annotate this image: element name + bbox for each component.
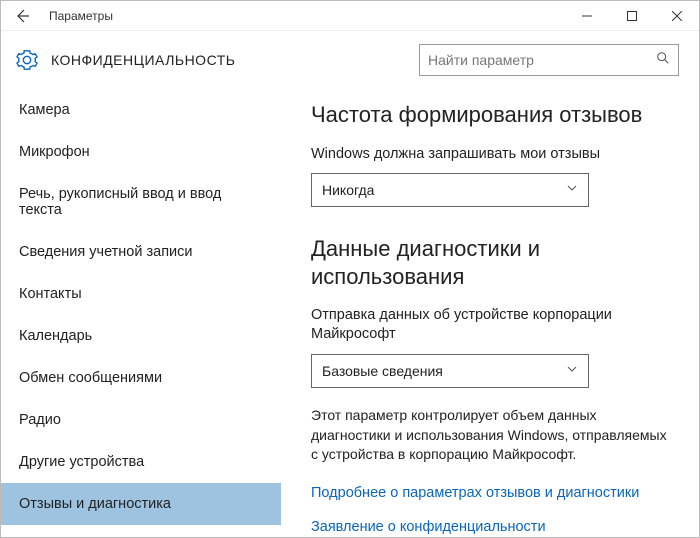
chevron-down-icon	[566, 181, 578, 199]
diagnostics-heading: Данные диагностики и использования	[311, 235, 671, 290]
sidebar-item-feedback-diagnostics[interactable]: Отзывы и диагностика	[1, 483, 281, 525]
header: КОНФИДЕНЦИАЛЬНОСТЬ	[1, 31, 699, 89]
settings-window: Параметры КОНФИДЕНЦИАЛЬНОСТЬ Камера	[0, 0, 700, 538]
back-arrow-icon	[14, 8, 30, 24]
search-box[interactable]	[419, 44, 679, 76]
sidebar-item-messaging[interactable]: Обмен сообщениями	[1, 357, 281, 399]
maximize-button[interactable]	[609, 1, 654, 31]
sidebar-item-camera[interactable]: Камера	[1, 89, 281, 131]
privacy-statement-link[interactable]: Заявление о конфиденциальности	[311, 519, 671, 535]
search-input[interactable]	[428, 52, 656, 68]
diagnostics-select[interactable]: Базовые сведения	[311, 354, 589, 388]
body: Камера Микрофон Речь, рукописный ввод и …	[1, 89, 699, 537]
chevron-down-icon	[566, 362, 578, 380]
sidebar-item-contacts[interactable]: Контакты	[1, 273, 281, 315]
close-icon	[672, 11, 682, 21]
minimize-button[interactable]	[564, 1, 609, 31]
sidebar: Камера Микрофон Речь, рукописный ввод и …	[1, 89, 281, 537]
feedback-frequency-label: Windows должна запрашивать мои отзывы	[311, 145, 671, 164]
diagnostics-label: Отправка данных об устройстве корпорации…	[311, 306, 671, 344]
page-title: КОНФИДЕНЦИАЛЬНОСТЬ	[51, 52, 419, 68]
search-icon	[656, 51, 670, 70]
feedback-frequency-heading: Частота формирования отзывов	[311, 101, 671, 129]
titlebar: Параметры	[1, 1, 699, 31]
back-button[interactable]	[1, 1, 43, 31]
sidebar-item-background-apps[interactable]: Фоновые приложения	[1, 525, 281, 537]
window-title: Параметры	[43, 9, 564, 23]
sidebar-item-calendar[interactable]: Календарь	[1, 315, 281, 357]
content: Частота формирования отзывов Windows дол…	[281, 89, 699, 537]
minimize-icon	[582, 11, 592, 21]
sidebar-item-microphone[interactable]: Микрофон	[1, 131, 281, 173]
close-button[interactable]	[654, 1, 699, 31]
settings-gear-icon	[15, 48, 39, 72]
diagnostics-description: Этот параметр контролирует объем данных …	[311, 406, 671, 465]
sidebar-item-speech-typing[interactable]: Речь, рукописный ввод и ввод текста	[1, 173, 281, 231]
diagnostics-value: Базовые сведения	[322, 363, 443, 379]
maximize-icon	[627, 11, 637, 21]
sidebar-item-account-info[interactable]: Сведения учетной записи	[1, 231, 281, 273]
sidebar-item-other-devices[interactable]: Другие устройства	[1, 441, 281, 483]
feedback-frequency-value: Никогда	[322, 182, 374, 198]
sidebar-item-radio[interactable]: Радио	[1, 399, 281, 441]
learn-more-link[interactable]: Подробнее о параметрах отзывов и диагнос…	[311, 485, 671, 501]
feedback-frequency-select[interactable]: Никогда	[311, 173, 589, 207]
window-controls	[564, 1, 699, 31]
